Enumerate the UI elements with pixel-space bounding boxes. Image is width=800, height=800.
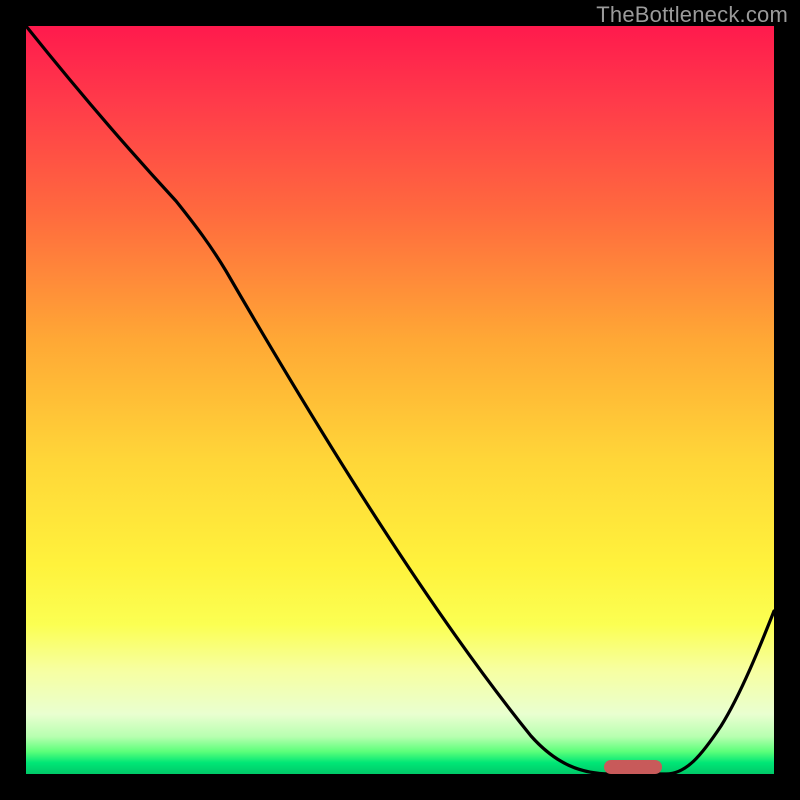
- optimal-range-marker: [604, 760, 662, 774]
- bottleneck-curve: [26, 26, 774, 774]
- curve-path: [26, 26, 774, 774]
- chart-frame: TheBottleneck.com: [0, 0, 800, 800]
- watermark-text: TheBottleneck.com: [596, 2, 788, 28]
